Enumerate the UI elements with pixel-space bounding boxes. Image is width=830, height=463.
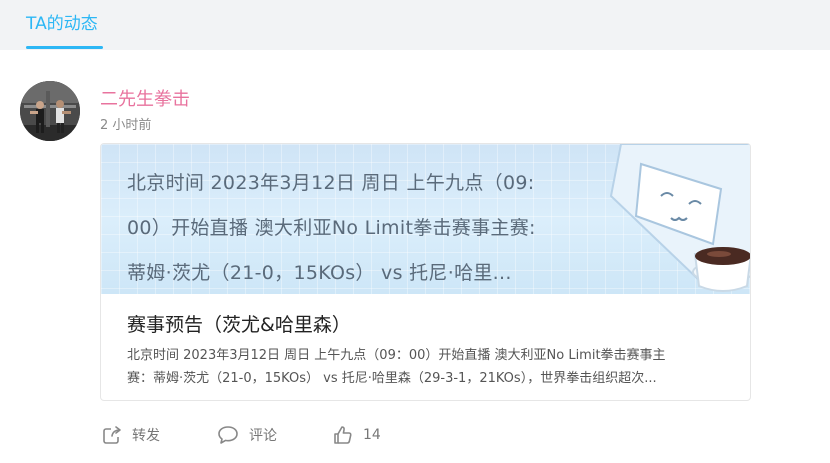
avatar[interactable] bbox=[20, 81, 80, 141]
article-banner: 北京时间 2023年3月12日 周日 上午九点（09: 00）开始直播 澳大利亚… bbox=[101, 144, 750, 294]
tab-bar: TA的动态 bbox=[0, 0, 830, 50]
article-summary: 北京时间 2023年3月12日 周日 上午九点（09：00）开始直播 澳大利亚N… bbox=[127, 344, 727, 390]
author-name[interactable]: 二先生拳击 bbox=[100, 85, 190, 111]
article-title: 赛事预告（茨尤&哈里森） bbox=[127, 314, 351, 336]
banner-text-line-1: 北京时间 2023年3月12日 周日 上午九点（09: bbox=[127, 172, 535, 194]
share-button[interactable]: 转发 bbox=[102, 424, 160, 446]
share-label: 转发 bbox=[132, 428, 160, 444]
tab-ta-activity[interactable]: TA的动态 bbox=[26, 9, 98, 50]
like-count: 14 bbox=[363, 427, 381, 443]
article-card[interactable]: 北京时间 2023年3月12日 周日 上午九点（09: 00）开始直播 澳大利亚… bbox=[100, 143, 751, 401]
banner-text-line-3: 蒂姆·茨尤（21-0，15KOs） vs 托尼·哈里... bbox=[127, 262, 512, 284]
comment-label: 评论 bbox=[249, 428, 277, 444]
comment-button[interactable]: 评论 bbox=[217, 424, 277, 446]
banner-text-line-2: 00）开始直播 澳大利亚No Limit拳击赛事主赛: bbox=[127, 217, 536, 239]
article-summary-line-1: 北京时间 2023年3月12日 周日 上午九点（09：00）开始直播 澳大利亚N… bbox=[127, 348, 666, 363]
like-button[interactable]: 14 bbox=[333, 424, 381, 446]
article-summary-line-2: 赛：蒂姆·茨尤（21-0，15KOs） vs 托尼·哈里森（29-3-1，21K… bbox=[127, 371, 657, 386]
avatar-image bbox=[20, 81, 80, 141]
comment-icon bbox=[218, 426, 238, 444]
active-tab-indicator bbox=[26, 46, 103, 49]
post-time: 2 小时前 bbox=[100, 118, 152, 133]
thumbs-up-icon bbox=[334, 426, 352, 444]
share-icon bbox=[103, 426, 121, 444]
